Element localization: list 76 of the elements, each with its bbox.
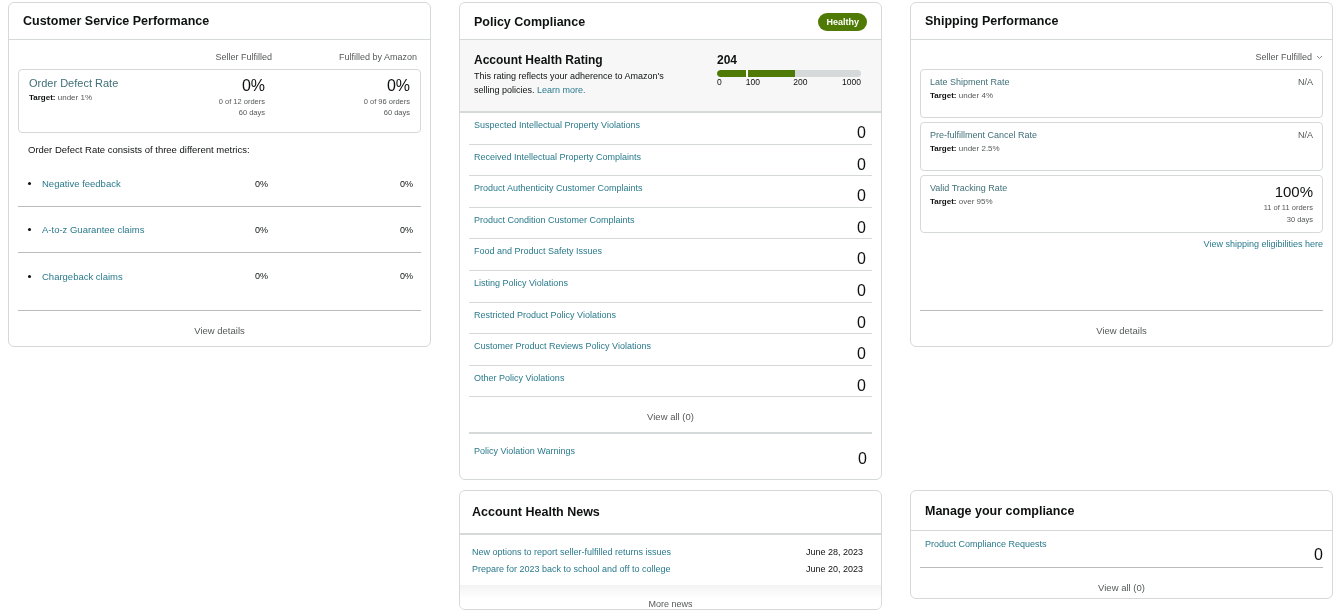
tick-label: 0 [717,77,722,87]
violation-link[interactable]: Product Condition Customer Complaints [474,214,635,239]
metric-value: N/A [1298,77,1313,87]
compliance-link[interactable]: Product Compliance Requests [925,539,1047,567]
card-title: Customer Service Performance [23,14,210,28]
metric-link[interactable]: A-to-z Guarantee claims [42,224,145,235]
card-title: Manage your compliance [925,503,1075,518]
metric-value: 0% [254,224,268,235]
bullet-icon [28,182,31,185]
metric-value: 0% [254,271,268,281]
violation-count: 0 [857,187,866,207]
view-details-link[interactable]: View details [194,325,245,336]
tick-label: 1000 [842,77,861,87]
violation-link[interactable]: Customer Product Reviews Policy Violations [474,341,651,365]
more-news-link[interactable]: More news [648,599,693,610]
column-header: Seller Fulfilled [214,52,272,62]
view-all-link[interactable]: View all (0) [1098,582,1145,593]
card-title: Account Health News [472,505,600,520]
tick-label: 100 [745,77,760,87]
column-header: Fulfilled by Amazon [337,52,417,62]
view-details-link[interactable]: View details [1096,325,1147,336]
bullet-icon [28,274,31,278]
violation-count: 0 [857,376,866,396]
metric-link[interactable]: Negative feedback [42,178,121,189]
card-title: Policy Compliance [474,14,586,29]
violation-count: 0 [857,155,866,175]
news-link[interactable]: New options to report seller-fulfilled returns issues [472,546,672,557]
violation-count: 0 [857,313,866,333]
rating-score: 204 [717,53,739,67]
metric-value: 0% [254,178,268,189]
target-text: Target: under 4% [930,91,994,100]
violation-link[interactable]: Product Authenticity Customer Complaints [474,183,643,207]
metric-link[interactable]: Chargeback claims [42,270,123,282]
target-text: Target: under 1% [29,93,93,102]
metric-label: Order Defect Rate [29,77,120,89]
metric-value: 0% [386,77,410,95]
metric-value: 100% [1274,183,1313,200]
shipping-eligibilities-link[interactable]: View shipping eligibilities here [1203,239,1323,249]
warnings-count: 0 [858,450,867,470]
violation-count: 0 [857,124,866,143]
target-text: Target: over 95% [930,197,994,206]
status-badge: Healthy [818,12,867,31]
metric-value: 0% [241,77,265,95]
caret-icon [1316,54,1323,60]
violation-link[interactable]: Restricted Product Policy Violations [474,309,616,334]
violation-count: 0 [857,218,866,238]
bullet-icon [28,228,31,231]
violation-link[interactable]: Suspected Intellectual Property Violations [474,120,640,144]
description-text: Order Defect Rate consists of three different metrics: [28,144,251,155]
learn-more-link[interactable]: Learn more. [537,85,586,95]
news-date: June 20, 2023 [805,563,863,574]
news-link[interactable]: Prepare for 2023 back to school and off to college [472,563,671,574]
violation-count: 0 [857,281,866,301]
rating-title: Account Health Rating [474,53,604,67]
tick-label: 200 [793,77,808,87]
card-title: Shipping Performance [925,14,1059,28]
view-all-link[interactable]: View all (0) [647,411,694,423]
violation-count: 0 [857,250,866,270]
metric-value: 0% [399,224,413,235]
violation-link[interactable]: Received Intellectual Property Complaints [474,151,642,176]
violation-link[interactable]: Other Policy Violations [474,372,565,397]
warnings-link[interactable]: Policy Violation Warnings [474,446,576,480]
target-text: Target: under 2.5% [930,144,1001,153]
rating-description: This rating reflects your adherence to Amazon's selling policies. Learn more. [474,70,665,97]
metric-value: 0% [399,271,413,281]
metric-label: Pre-fulfillment Cancel Rate [930,130,1038,140]
metric-label: Valid Tracking Rate [930,183,1008,193]
compliance-count: 0 [1314,546,1323,565]
fulfillment-dropdown[interactable]: Seller Fulfilled [1255,52,1323,62]
metric-value: 0% [399,178,413,189]
metric-value: N/A [1298,130,1313,140]
news-date: June 28, 2023 [805,546,863,557]
metric-label: Late Shipment Rate [930,77,1010,87]
violation-link[interactable]: Food and Product Safety Issues [474,246,603,270]
violation-link[interactable]: Listing Policy Violations [474,277,568,302]
violation-count: 0 [857,345,866,365]
